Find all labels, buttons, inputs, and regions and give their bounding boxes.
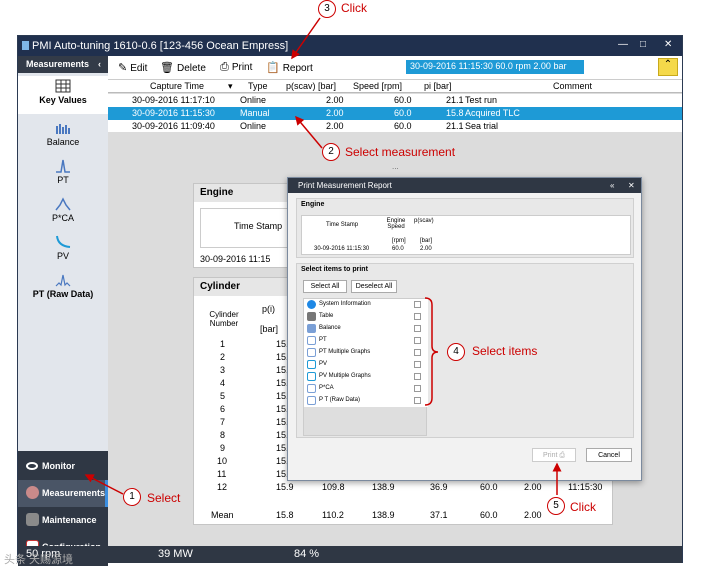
step-number-2: 2 — [322, 143, 340, 161]
step-number-3: 3 — [318, 0, 336, 18]
step-label-2: Select measurement — [345, 145, 456, 159]
arrow-1 — [84, 474, 124, 495]
step-number-5: 5 — [547, 497, 565, 515]
arrow-2 — [295, 115, 323, 149]
step-label-1: Select — [147, 491, 181, 505]
annotation-arrows — [84, 17, 562, 495]
step-label-3: Click — [341, 1, 367, 15]
step-number-4: 4 — [447, 343, 465, 361]
brace-4 — [424, 297, 439, 406]
watermark: 头条 天赐源境 — [4, 554, 74, 566]
step-label-5: Click — [570, 500, 596, 514]
step-label-4: Select items — [472, 344, 538, 358]
arrow-3 — [291, 17, 321, 60]
step-number-1: 1 — [123, 488, 141, 506]
